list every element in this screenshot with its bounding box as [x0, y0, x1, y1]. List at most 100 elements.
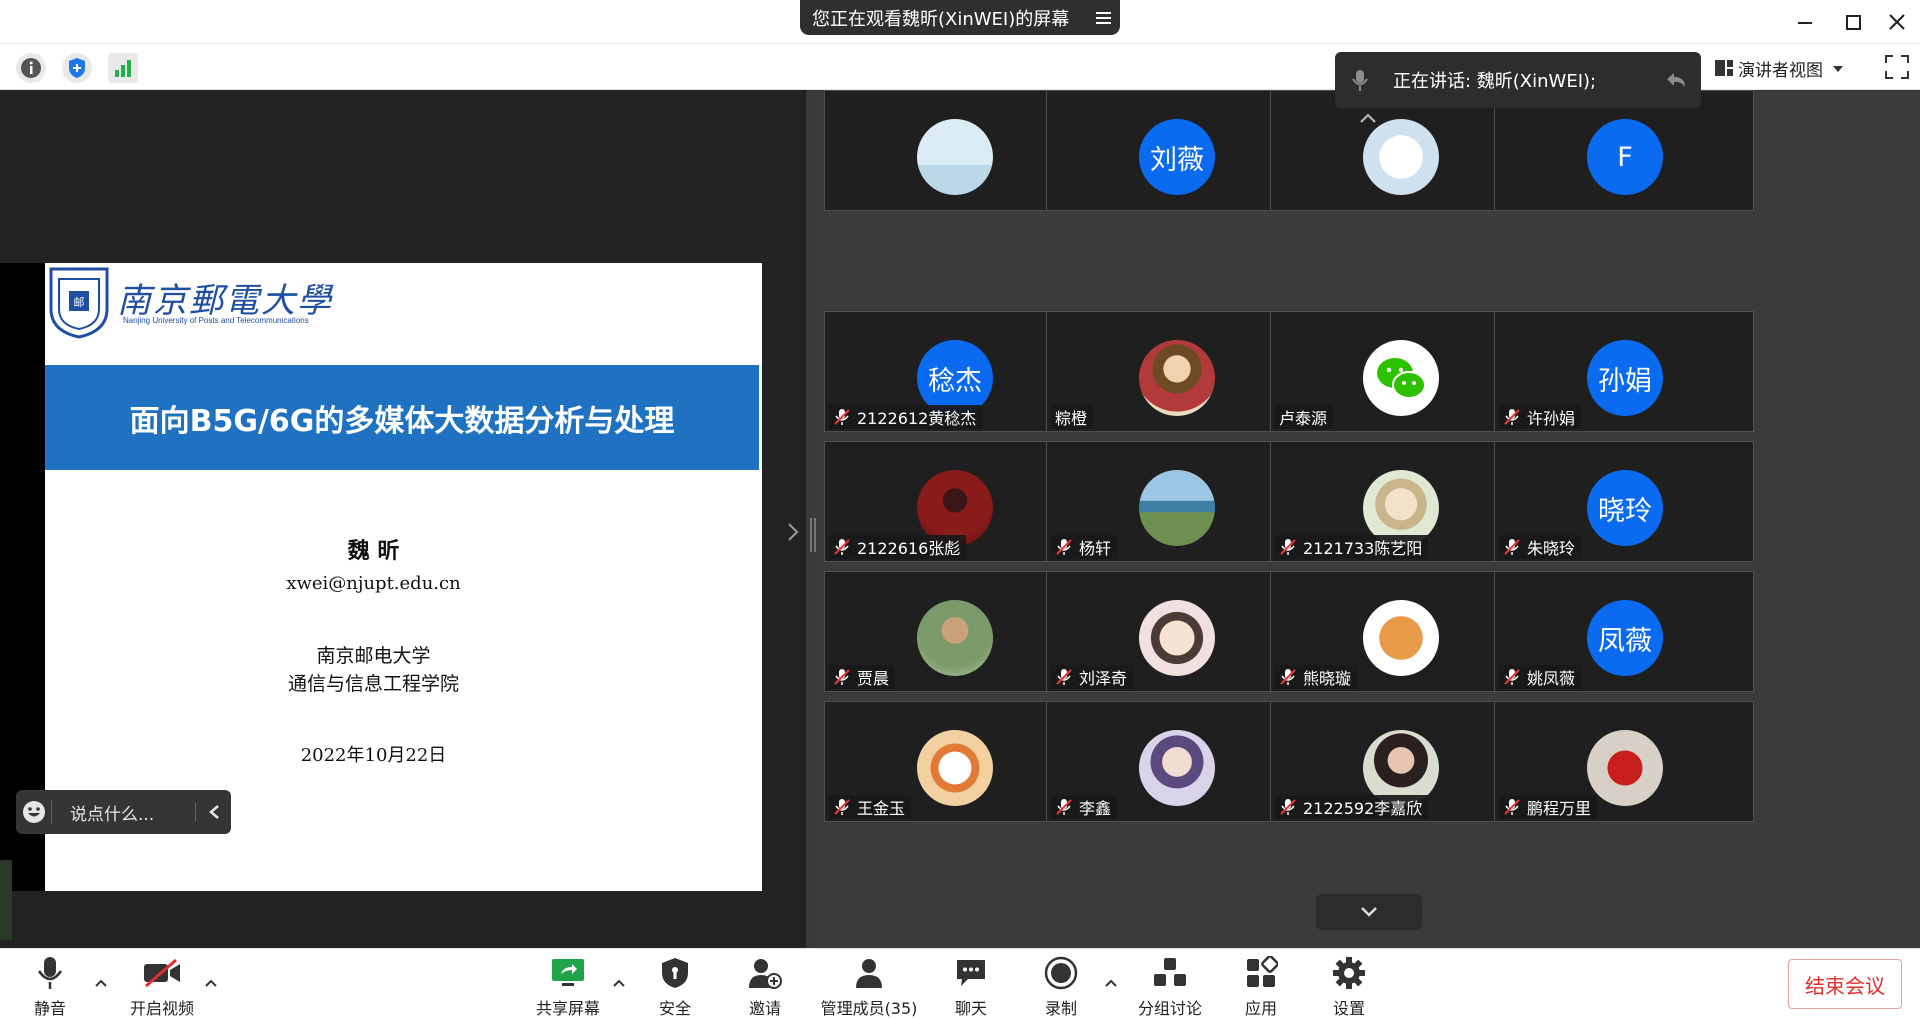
- end-meeting-button[interactable]: 结束会议: [1788, 959, 1902, 1009]
- share-options-caret-icon[interactable]: [612, 975, 626, 989]
- expand-chevron-icon[interactable]: [786, 520, 800, 550]
- participant-tile[interactable]: 熊晓璇: [1270, 571, 1530, 692]
- settings-button[interactable]: 设置: [1324, 949, 1374, 1018]
- pane-splitter[interactable]: [806, 90, 822, 948]
- slide-date: 2022年10月22日: [300, 745, 447, 766]
- participant-name: 粽橙: [1055, 409, 1088, 428]
- video-options-caret-icon[interactable]: [204, 975, 218, 989]
- audio-options-caret-icon[interactable]: [94, 975, 108, 989]
- share-screen-label: 共享屏幕: [535, 999, 600, 1018]
- settings-label: 设置: [1332, 999, 1365, 1018]
- participant-tile[interactable]: 李鑫: [1046, 701, 1306, 822]
- start-video-button[interactable]: 开启视频: [122, 949, 202, 1018]
- muted-microphone-icon: [1503, 798, 1521, 816]
- participant-avatar: [1139, 730, 1215, 806]
- participant-name-tag: 2121733陈艺阳: [1275, 535, 1429, 559]
- mute-button[interactable]: 静音: [22, 949, 78, 1018]
- record-button[interactable]: 录制: [1036, 949, 1086, 1018]
- participant-name-tag: 姚凤薇: [1499, 665, 1582, 689]
- participant-tile[interactable]: 卢泰源: [1270, 311, 1530, 432]
- muted-microphone-icon: [833, 668, 851, 686]
- participant-tile[interactable]: [824, 90, 1084, 211]
- participant-tile[interactable]: 2121733陈艺阳: [1270, 441, 1530, 562]
- manage-members-label: 管理成员(35): [820, 999, 918, 1018]
- slide-author: 魏 昕: [347, 538, 400, 564]
- muted-microphone-icon: [1055, 538, 1073, 556]
- wechat-icon: [1377, 358, 1426, 399]
- record-options-caret-icon[interactable]: [1104, 975, 1118, 989]
- gear-icon: [1329, 953, 1369, 993]
- start-video-label: 开启视频: [129, 999, 194, 1018]
- participant-name: 2122592李嘉欣: [1303, 799, 1423, 818]
- participant-tile[interactable]: 刘薇: [1046, 90, 1306, 211]
- participant-tile[interactable]: 2122616张彪: [824, 441, 1084, 562]
- participant-avatar: [917, 730, 993, 806]
- breakout-icon: [1150, 953, 1190, 993]
- chat-bubble-icon: [951, 953, 991, 993]
- apps-button[interactable]: 应用: [1236, 949, 1286, 1018]
- manage-members-button[interactable]: 管理成员(35): [818, 949, 920, 1018]
- scroll-up-icon[interactable]: [1355, 108, 1381, 128]
- logo-en-text: Nanjing University of Posts and Telecomm…: [123, 316, 309, 325]
- minimize-icon[interactable]: [1790, 10, 1820, 36]
- close-icon[interactable]: [1882, 10, 1912, 36]
- signal-icon[interactable]: [108, 53, 138, 83]
- chat-button[interactable]: 聊天: [946, 949, 996, 1018]
- view-mode-selector[interactable]: 演讲者视图: [1710, 52, 1856, 84]
- screen-share-banner[interactable]: 您正在观看魏昕(XinWEI)的屏幕: [800, 0, 1120, 35]
- participant-tile[interactable]: F: [1494, 90, 1754, 211]
- menu-icon[interactable]: [1086, 11, 1120, 24]
- shield-icon: [655, 953, 695, 993]
- participant-tile[interactable]: [1270, 90, 1530, 211]
- emoji-icon[interactable]: [16, 800, 52, 824]
- muted-microphone-icon: [1503, 538, 1521, 556]
- participant-name: 许孙娟: [1527, 409, 1576, 428]
- slide-university: 南京邮电大学: [316, 645, 431, 667]
- add-user-icon: [745, 953, 785, 993]
- participant-tile[interactable]: 凤薇 姚凤薇: [1494, 571, 1754, 692]
- participant-tile[interactable]: 杨轩: [1046, 441, 1306, 562]
- muted-microphone-icon: [1279, 798, 1297, 816]
- collapse-chevron-icon[interactable]: [195, 803, 231, 821]
- video-off-icon: [142, 953, 182, 993]
- view-mode-label: 演讲者视图: [1738, 60, 1823, 81]
- share-banner-text: 您正在观看魏昕(XinWEI)的屏幕: [812, 8, 1070, 30]
- fullscreen-icon[interactable]: [1882, 52, 1912, 82]
- muted-microphone-icon: [1503, 668, 1521, 686]
- security-button[interactable]: 安全: [650, 949, 700, 1018]
- participant-tile[interactable]: 王金玉: [824, 701, 1084, 822]
- participant-tile[interactable]: 晓玲 朱晓玲: [1494, 441, 1754, 562]
- participant-avatar: 晓玲: [1587, 470, 1663, 546]
- participant-name-tag: 李鑫: [1051, 795, 1118, 819]
- participant-tile[interactable]: 稔杰 2122612黄稔杰: [824, 311, 1084, 432]
- record-label: 录制: [1044, 999, 1077, 1018]
- participant-tile[interactable]: 2122592李嘉欣: [1270, 701, 1530, 822]
- participant-tile[interactable]: 贾晨: [824, 571, 1084, 692]
- scroll-down-button[interactable]: [1316, 894, 1422, 930]
- splitter-grip-icon[interactable]: [810, 518, 816, 552]
- share-screen-button[interactable]: 共享屏幕: [532, 949, 604, 1018]
- participant-avatar: [1587, 730, 1663, 806]
- participant-tile[interactable]: 鹏程万里: [1494, 701, 1754, 822]
- participant-avatar: [1363, 119, 1439, 195]
- meeting-window: 您正在观看魏昕(XinWEI)的屏幕 邮 南京郵電大學 Nanjing Univ…: [0, 0, 1920, 1018]
- participant-name-tag: 贾晨: [829, 665, 896, 689]
- participant-tile[interactable]: 刘泽奇: [1046, 571, 1306, 692]
- breakout-rooms-button[interactable]: 分组讨论: [1134, 949, 1206, 1018]
- participant-tile[interactable]: 粽橙: [1046, 311, 1306, 432]
- chat-placeholder: 说点什么...: [70, 804, 155, 825]
- mute-label: 静音: [33, 999, 66, 1018]
- chat-label: 聊天: [954, 999, 987, 1018]
- participant-tile[interactable]: 孙娟 许孙娟: [1494, 311, 1754, 432]
- participant-name: 2122616张彪: [857, 539, 961, 558]
- shield-icon[interactable]: [62, 53, 92, 83]
- chat-input[interactable]: 说点什么...: [16, 790, 231, 834]
- participant-name-tag: 卢泰源: [1275, 405, 1334, 429]
- invite-button[interactable]: 邀请: [740, 949, 790, 1018]
- arrow-back-icon[interactable]: [1651, 69, 1701, 91]
- muted-microphone-icon: [833, 408, 851, 426]
- maximize-icon[interactable]: [1838, 10, 1868, 36]
- info-icon[interactable]: [16, 53, 46, 83]
- participant-name-tag: 熊晓璇: [1275, 665, 1358, 689]
- participant-name-tag: 2122592李嘉欣: [1275, 795, 1429, 819]
